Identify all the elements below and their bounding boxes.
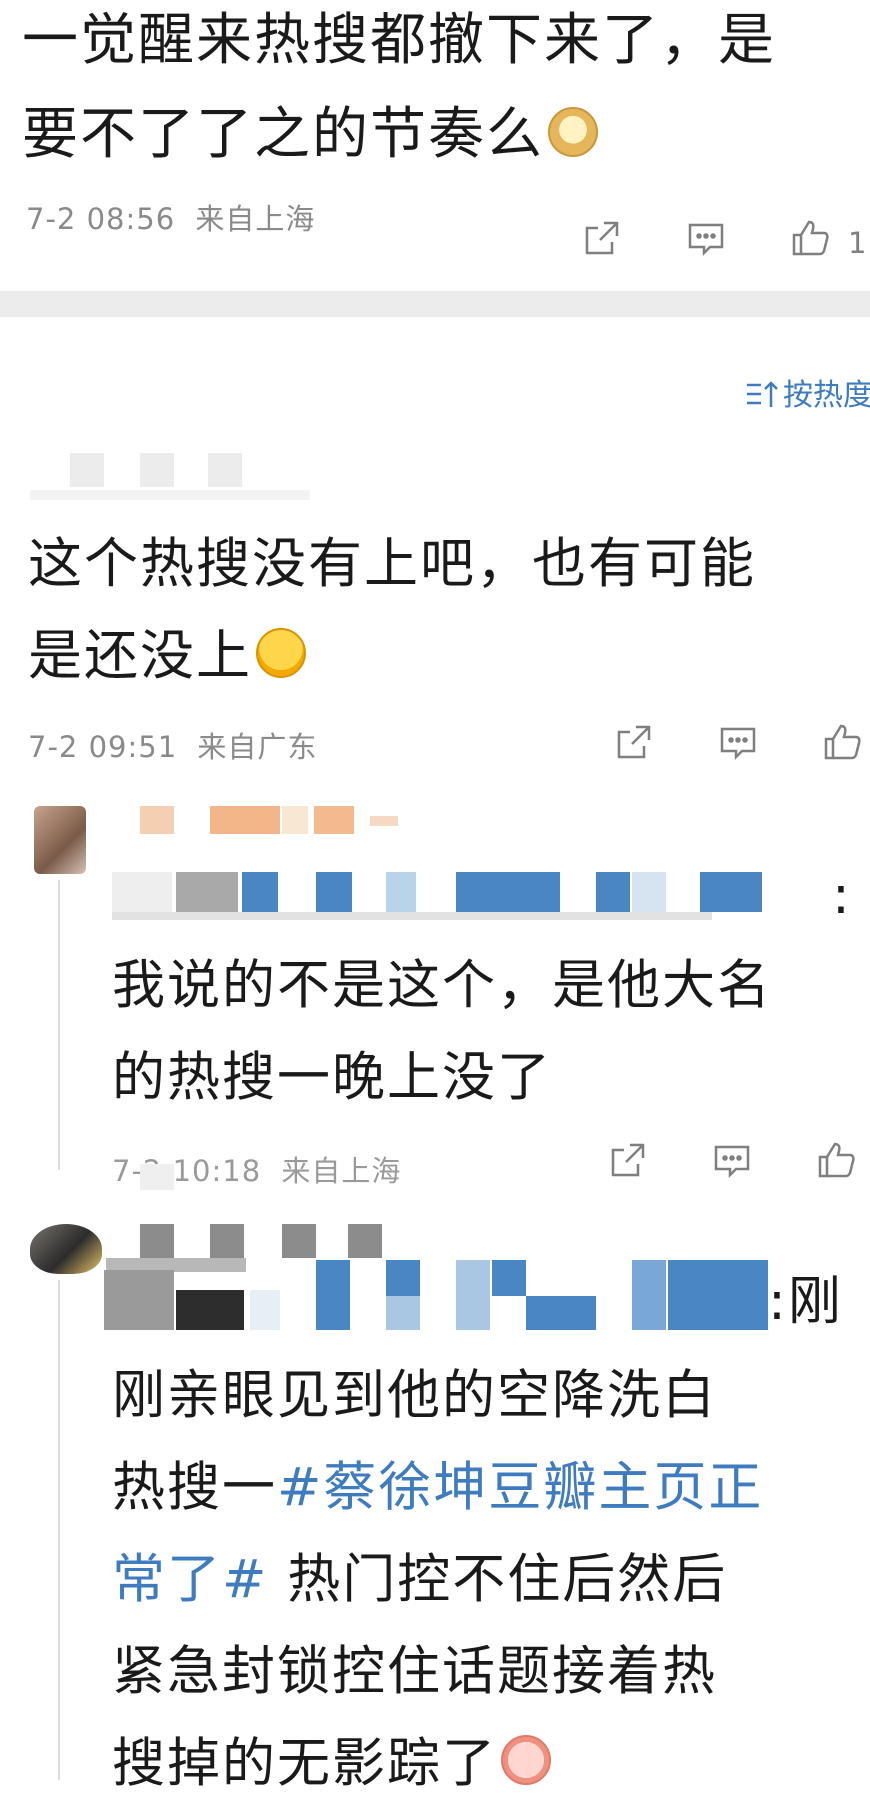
reply1-colon: : — [832, 865, 852, 926]
reply2-line-4: 常了# 热门控不住后然后 — [112, 1549, 728, 1610]
comment1-text: 这个热搜没有上吧，也有可能 是还没上 — [28, 518, 756, 702]
post-line-2: 要不了了之的节奏么 — [22, 88, 870, 182]
reply1-line-3: 的热搜一晚上没了 — [112, 1047, 552, 1108]
comment1-time: 7-2 09:51 — [28, 730, 178, 764]
comment1-meta: 7-2 09:51 来自广东 — [28, 724, 317, 766]
comment1-share-icon[interactable] — [614, 722, 654, 762]
laugh-emoji-icon — [256, 628, 306, 678]
reply1-like-icon[interactable] — [816, 1140, 856, 1180]
reply2-text: 刚亲眼见到他的空降洗白 热搜一#蔡徐坤豆瓣主页正 常了# 热门控不住后然后 紧急… — [112, 1350, 763, 1810]
reply2-thread-line — [58, 1280, 60, 1780]
post-location: 来自上海 — [195, 202, 316, 236]
reply1-location: 来自上海 — [281, 1154, 402, 1188]
like-icon[interactable] — [790, 218, 830, 258]
sort-icon — [745, 379, 779, 409]
reply2-line-6: 搜掉的无影踪了 — [112, 1718, 763, 1810]
reply2-first-line-end: :刚 — [768, 1271, 843, 1332]
doge-emoji-icon — [548, 107, 598, 157]
reply2-topic-link-cont[interactable]: 常了# — [112, 1549, 268, 1610]
comment-icon[interactable] — [686, 218, 726, 258]
comment1-comment-icon[interactable] — [718, 722, 758, 762]
reply1-meta-blur — [140, 1164, 174, 1190]
reply2-topic-link[interactable]: #蔡徐坤豆瓣主页正 — [277, 1457, 763, 1518]
reply1-thread-line — [58, 880, 60, 1170]
sort-toggle[interactable]: 按热度 — [745, 370, 870, 414]
reply1-avatar[interactable] — [34, 806, 86, 874]
reply1-text: 我说的不是这个，是他大名 的热搜一晚上没了 — [112, 940, 772, 1124]
comment1-line-2: 是还没上 — [28, 610, 756, 702]
reply1-line-2: 我说的不是这个，是他大名 — [112, 955, 772, 1016]
reply2-avatar[interactable] — [30, 1224, 102, 1274]
share-icon[interactable] — [582, 218, 622, 258]
post-line-1: 一觉醒来热搜都撤下来了，是 — [22, 8, 776, 73]
comment1-location: 来自广东 — [197, 730, 318, 764]
post-time: 7-2 08:56 — [26, 202, 176, 236]
reply1-comment-icon[interactable] — [712, 1140, 752, 1180]
section-divider — [0, 291, 870, 317]
post-like-count: 1 — [848, 226, 867, 260]
reply2-line-5: 紧急封锁控住话题接着热 — [112, 1641, 717, 1702]
comment1-line-1: 这个热搜没有上吧，也有可能 — [28, 532, 756, 595]
sort-label: 按热度 — [783, 378, 870, 413]
reply1-share-icon[interactable] — [608, 1140, 648, 1180]
post-text: 一觉醒来热搜都撤下来了，是 要不了了之的节奏么 — [22, 0, 870, 182]
reply2-line-3: 热搜一#蔡徐坤豆瓣主页正 — [112, 1457, 764, 1518]
reply1-time: 7-2 10:18 — [112, 1154, 262, 1188]
comment1-like-icon[interactable] — [822, 722, 862, 762]
post-meta: 7-2 08:56 来自上海 — [26, 196, 315, 238]
pig-emoji-icon — [501, 1735, 551, 1785]
reply2-line-2: 刚亲眼见到他的空降洗白 — [112, 1365, 717, 1426]
